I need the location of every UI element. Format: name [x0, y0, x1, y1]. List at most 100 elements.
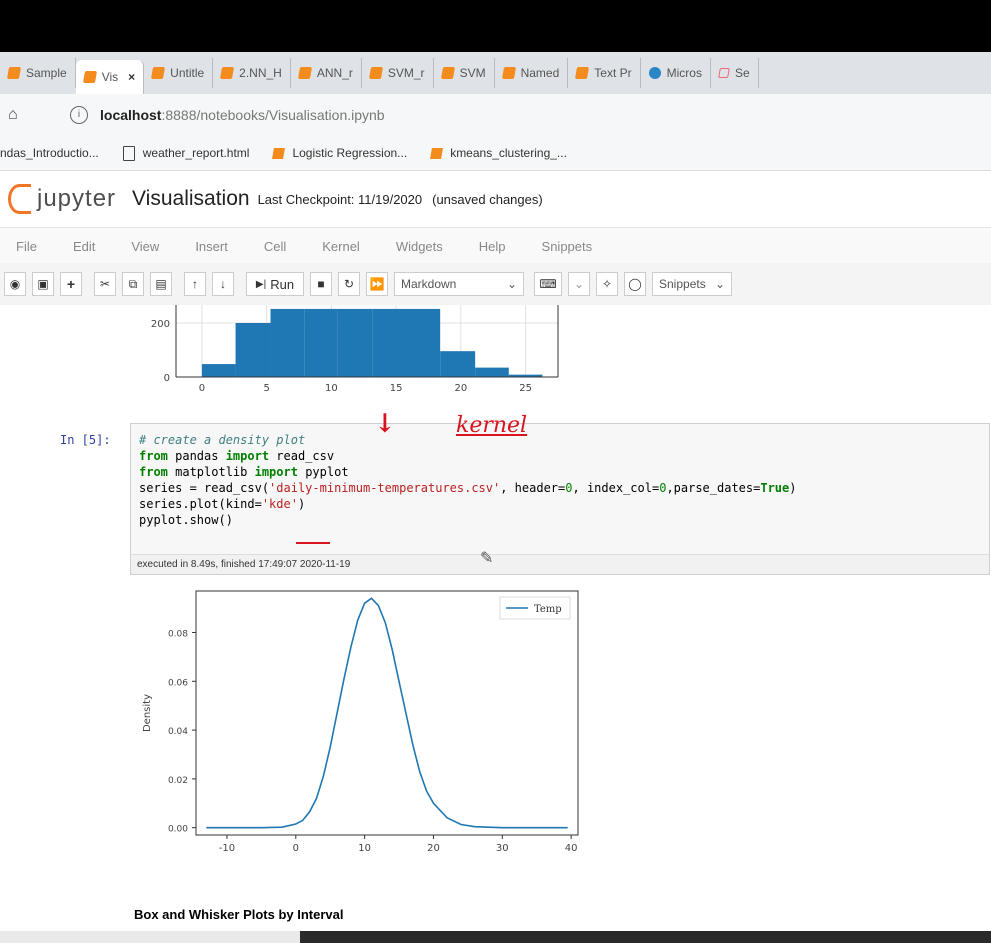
tab-label: Named: [520, 66, 560, 80]
snippets-select[interactable]: Snippets ⌄: [652, 272, 732, 296]
snippets-value: Snippets: [659, 277, 706, 291]
notebook-area[interactable]: 0 5 10 15 20 25 0 200 In [5]: # create a densit…: [0, 305, 991, 943]
menu-kernel[interactable]: Kernel: [322, 239, 360, 254]
browser-tab[interactable]: 2.NN_H: [213, 58, 291, 88]
info-icon[interactable]: i: [70, 106, 88, 124]
bookmark-item[interactable]: ndas_Introductio...: [0, 146, 99, 160]
copy-icon: ⧉: [128, 276, 138, 291]
interrupt-button[interactable]: ■: [310, 272, 332, 296]
menu-widgets[interactable]: Widgets: [396, 239, 443, 254]
handwritten-underline: [296, 542, 330, 544]
cut-button[interactable]: ✂: [94, 272, 116, 296]
edge-favicon-icon: [648, 67, 661, 79]
browser-tab[interactable]: Se: [711, 58, 759, 88]
insert-cell-button[interactable]: ▣: [32, 272, 54, 296]
fast-forward-icon: ⏩: [369, 277, 385, 291]
jupyter-logo[interactable]: jupyter: [8, 184, 116, 214]
bookmark-item[interactable]: weather_report.html: [122, 145, 250, 161]
browser-tab[interactable]: SVM: [434, 58, 495, 88]
address-bar[interactable]: ⌂ i localhost:8888/notebooks/Visualisati…: [0, 94, 991, 136]
settings-button[interactable]: ✧: [596, 272, 618, 296]
histogram-bar: [304, 308, 338, 377]
move-down-button[interactable]: ↓: [212, 272, 234, 296]
x-tick-label: 15: [390, 383, 403, 394]
histogram-bar: [201, 364, 236, 377]
code-token: read_csv: [269, 449, 335, 463]
menu-snippets[interactable]: Snippets: [542, 239, 593, 254]
histogram-bar: [270, 308, 305, 377]
paste-button[interactable]: ▤: [150, 272, 172, 296]
tab-label: 2.NN_H: [239, 66, 282, 80]
tab-label: SVM: [459, 66, 486, 80]
code-line: from matplotlib import pyplot: [139, 465, 349, 479]
browser-tab[interactable]: Micros: [641, 58, 711, 88]
move-up-button[interactable]: ↑: [184, 272, 206, 296]
copy-button[interactable]: ⧉: [122, 272, 144, 296]
browser-tab[interactable]: Untitle: [144, 58, 214, 88]
save-button[interactable]: ◉: [4, 272, 26, 296]
tab-label: Vis: [101, 70, 119, 84]
bookmark-label: Logistic Regression...: [292, 146, 408, 160]
step-forward-icon: ▶|: [255, 278, 267, 290]
code-token: series = read_csv(: [139, 481, 270, 495]
paste-icon: ▤: [155, 277, 167, 291]
code-token: True: [760, 481, 790, 495]
browser-tab[interactable]: ANN_r: [291, 58, 362, 88]
notebook-title[interactable]: Visualisation: [132, 187, 250, 211]
handwritten-note: kernel: [456, 413, 528, 438]
menu-file[interactable]: File: [16, 239, 37, 254]
keyboard-button[interactable]: ⌨: [534, 272, 562, 296]
code-token: 0: [565, 481, 573, 495]
cell-type-value: Markdown: [401, 277, 457, 291]
bookmark-label: ndas_Introductio...: [0, 146, 99, 160]
browser-tab-bar: Sample Vis × Untitle 2.NN_H ANN_r SVM_r SVM Name…: [0, 52, 991, 94]
x-tick-label: 40: [565, 843, 578, 854]
y-tick-label: 0.04: [168, 727, 188, 737]
code-token: 'daily-minimum-temperatures.csv': [269, 481, 501, 495]
menu-cell[interactable]: Cell: [264, 239, 286, 254]
code-token: ): [297, 497, 306, 511]
jupyter-logo-icon: [8, 184, 31, 214]
code-editor[interactable]: # create a density plot from pandas impo…: [139, 432, 797, 528]
tab-label: ANN_r: [316, 66, 353, 80]
bookmark-item[interactable]: kmeans_clustering_...: [430, 146, 567, 160]
code-token: ): [789, 481, 797, 495]
browser-tab[interactable]: Sample: [0, 58, 76, 88]
menu-insert[interactable]: Insert: [195, 239, 228, 254]
home-icon[interactable]: ⌂: [8, 106, 30, 124]
menu-help[interactable]: Help: [479, 239, 506, 254]
restart-button[interactable]: ↻: [338, 272, 360, 296]
code-token: matplotlib: [167, 465, 255, 479]
jupyter-logo-text: jupyter: [37, 185, 117, 212]
cell-type-select[interactable]: Markdown ⌄: [394, 272, 524, 296]
browser-tab[interactable]: Named: [495, 58, 569, 88]
code-cell[interactable]: # create a density plot from pandas impo…: [130, 423, 990, 575]
github-icon: ◯: [628, 277, 642, 291]
code-line: from pandas import read_csv: [139, 449, 334, 463]
add-cell-button[interactable]: +: [60, 272, 82, 296]
toggle-button[interactable]: ⌄: [568, 272, 590, 296]
code-token: , index_col=: [572, 481, 660, 495]
bookmark-label: weather_report.html: [142, 146, 250, 160]
y-tick-label: 0.00: [168, 825, 188, 835]
browser-tab[interactable]: Text Pr: [568, 58, 641, 88]
close-icon[interactable]: ×: [128, 70, 135, 84]
tab-label: Sample: [26, 66, 67, 80]
url-path: :8888/notebooks/Visualisation.ipynb: [161, 107, 385, 123]
restart-run-all-button[interactable]: ⏩: [366, 272, 388, 296]
jupyter-favicon-icon: [430, 147, 444, 159]
histogram-bar: [440, 351, 476, 377]
github-button[interactable]: ◯: [624, 272, 646, 296]
browser-tab[interactable]: SVM_r: [362, 58, 434, 88]
url-text[interactable]: localhost:8888/notebooks/Visualisation.i…: [100, 107, 385, 123]
run-button[interactable]: ▶| Run: [246, 272, 304, 296]
jupyter-favicon-icon: [440, 67, 455, 79]
plus-icon: +: [66, 276, 76, 292]
bookmark-item[interactable]: Logistic Regression...: [272, 146, 408, 160]
menu-edit[interactable]: Edit: [73, 239, 95, 254]
browser-tab[interactable]: Vis ×: [75, 60, 145, 94]
y-tick-label: 0.08: [168, 629, 188, 639]
floppy-icon: ▣: [37, 277, 49, 291]
scissors-icon: ✂: [99, 277, 111, 291]
menu-view[interactable]: View: [131, 239, 159, 254]
